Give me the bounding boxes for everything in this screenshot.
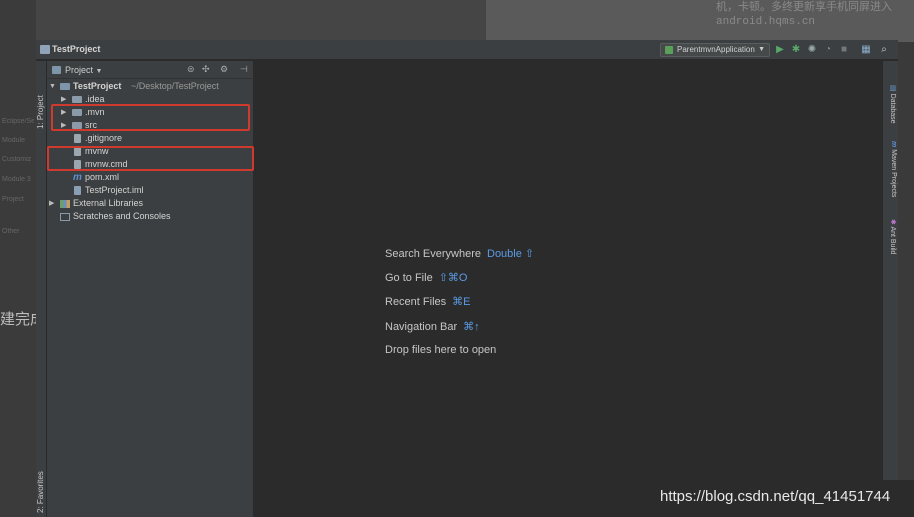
tree-item-path: ~/Desktop/TestProject	[131, 81, 219, 91]
tab-maven-projects[interactable]: m Maven Projects	[890, 141, 897, 197]
project-view-select[interactable]: Project ▼	[65, 65, 102, 75]
scratches-icon	[60, 213, 70, 221]
run-configuration-label: ParentmvnApplication	[677, 45, 755, 54]
hint-text: Search Everywhere	[385, 248, 481, 260]
chevron-down-icon: ▼	[758, 46, 765, 53]
collapse-all-icon[interactable]: ✣	[202, 64, 210, 75]
hint-shortcut: ⌘E	[452, 296, 471, 308]
background-left-panel	[0, 0, 36, 517]
chevron-down-icon[interactable]: ▼	[49, 80, 56, 93]
chevron-right-icon[interactable]: ▶	[49, 197, 54, 210]
debug-icon[interactable]: ✱	[790, 44, 802, 56]
tree-item-label: External Libraries	[73, 198, 144, 208]
tree-item-label: pom.xml	[85, 172, 120, 182]
tree-item-label: Scratches and Consoles	[73, 211, 171, 221]
ide-window: TestProject ParentmvnApplication ▼ ▶ ✱ ✺…	[36, 40, 898, 517]
background-side-label: Customiz	[2, 156, 32, 163]
window-title: TestProject	[52, 44, 101, 54]
tree-item-label: TestProject	[73, 81, 122, 91]
background-side-label: Other	[2, 228, 20, 235]
hint-navigation-bar: Navigation Bar ⌘↑	[385, 320, 480, 333]
file-icon	[74, 134, 81, 143]
tree-item-label: TestProject.iml	[85, 185, 144, 195]
right-tool-strip: ▤ Database m Maven Projects ✱ Ant Build	[882, 61, 898, 517]
project-structure-icon[interactable]: ▦	[860, 44, 872, 56]
spring-icon	[665, 46, 673, 54]
background-top-url: android.hqms.cn	[716, 16, 816, 28]
project-folder-icon	[60, 83, 70, 90]
tree-item-scratches[interactable]: Scratches and Consoles	[47, 210, 254, 223]
hint-go-to-file: Go to File ⇧⌘O	[385, 271, 467, 284]
database-icon: ▤	[889, 85, 896, 92]
hide-panel-icon[interactable]: ⊣	[240, 64, 248, 75]
hint-recent-files: Recent Files ⌘E	[385, 295, 470, 308]
background-side-label: Module	[2, 137, 25, 144]
hint-text: Go to File	[385, 272, 433, 284]
tree-item-project-root[interactable]: ▼ TestProject ~/Desktop/TestProject	[47, 80, 254, 93]
background-side-label: Module 3	[2, 176, 31, 183]
maven-icon: m	[73, 172, 82, 183]
scroll-from-source-icon[interactable]: ⊜	[187, 64, 195, 75]
tab-project[interactable]: 1: Project	[36, 95, 45, 129]
coverage-icon[interactable]: ✺	[806, 44, 818, 56]
hint-text: Recent Files	[385, 296, 447, 308]
tab-ant-build[interactable]: ✱ Ant Build	[889, 219, 897, 254]
hint-search-everywhere: Search Everywhere Double ⇧	[385, 247, 534, 260]
tab-maven-label: Maven Projects	[890, 149, 897, 198]
gear-icon[interactable]: ⚙	[220, 64, 228, 75]
profile-icon[interactable]: ◔	[822, 44, 834, 56]
run-icon[interactable]: ▶	[774, 44, 786, 56]
hint-shortcut: ⇧⌘O	[438, 272, 468, 284]
tree-item-pom[interactable]: m pom.xml	[47, 171, 254, 184]
background-side-label: Project	[2, 196, 24, 203]
project-view-label: Project	[65, 65, 94, 75]
hint-shortcut: ⌘↑	[463, 321, 480, 333]
tab-favorites[interactable]: 2: Favorites	[36, 471, 45, 513]
background-top-strip	[36, 0, 486, 42]
folder-icon	[72, 96, 82, 103]
chevron-down-icon: ▼	[95, 68, 103, 75]
project-icon	[40, 45, 50, 54]
background-side-label: Eclipse/Sett	[2, 118, 34, 125]
tab-database[interactable]: ▤ Database	[889, 85, 897, 124]
hint-shortcut: Double ⇧	[487, 248, 535, 260]
project-panel-header: Project ▼ ⊜ ✣ ⚙ ⊣	[47, 61, 254, 79]
hint-text: Drop files here to open	[385, 344, 497, 356]
tree-item-gitignore[interactable]: .gitignore	[47, 132, 254, 145]
highlight-box-mvnw	[47, 146, 254, 171]
watermark-text: https://blog.csdn.net/qq_41451744	[660, 488, 891, 505]
highlight-box-mvn-src	[51, 104, 250, 131]
tab-database-label: Database	[889, 93, 896, 124]
hint-text: Navigation Bar	[385, 321, 458, 333]
hint-drop-files: Drop files here to open	[385, 344, 496, 356]
title-bar: TestProject ParentmvnApplication ▼ ▶ ✱ ✺…	[36, 40, 898, 60]
library-icon	[60, 200, 70, 208]
search-icon[interactable]: ⌕	[878, 44, 890, 56]
ant-icon: ✱	[889, 219, 896, 225]
tab-ant-label: Ant Build	[889, 226, 896, 255]
tree-item-label: .gitignore	[85, 133, 123, 143]
run-configuration-select[interactable]: ParentmvnApplication ▼	[660, 43, 770, 57]
project-panel: Project ▼ ⊜ ✣ ⚙ ⊣ ▼ TestProject ~/Deskto…	[47, 61, 254, 517]
maven-icon: m	[890, 141, 897, 148]
left-tool-strip: 1: Project 2: Favorites	[36, 61, 47, 517]
tree-item-iml[interactable]: TestProject.iml	[47, 184, 254, 197]
tree-item-external-libraries[interactable]: ▶ External Libraries	[47, 197, 254, 210]
project-view-icon	[52, 66, 61, 74]
module-file-icon	[74, 186, 81, 195]
stop-icon[interactable]: ■	[838, 44, 850, 56]
editor-area[interactable]: Search Everywhere Double ⇧ Go to File ⇧⌘O …	[255, 61, 881, 517]
background-top-text: 机，卡顿。多终更新享手机同屏进入	[716, 1, 892, 13]
